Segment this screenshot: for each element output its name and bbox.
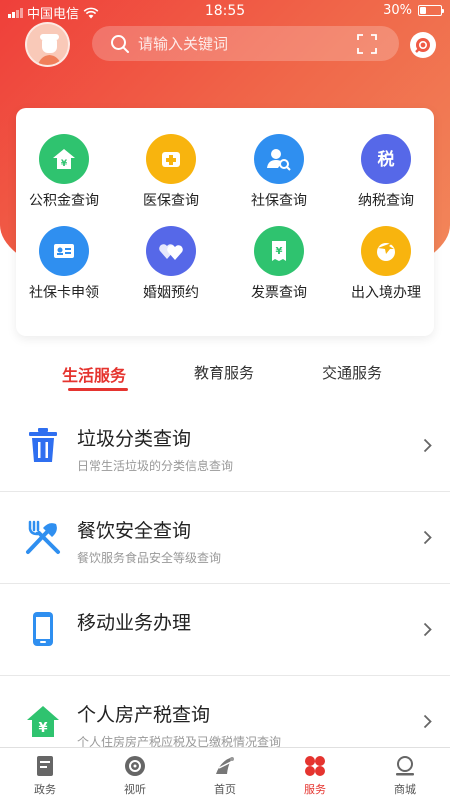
tabbar-item-government[interactable]: 政务 — [0, 752, 90, 797]
tabbar-label: 政务 — [34, 783, 56, 796]
chat-bubble-icon — [415, 38, 430, 53]
service-label: 社保查询 — [251, 193, 307, 209]
tabbar-label: 首页 — [214, 783, 236, 796]
service-label: 纳税查询 — [358, 193, 414, 209]
service-label: 婚姻预约 — [143, 285, 199, 301]
search-bar[interactable]: 请输入关键词 — [92, 26, 399, 61]
list-item-title: 餐饮安全查询 — [77, 520, 192, 542]
status-bar: 中国电信 18:55 30% — [0, 0, 450, 22]
service-id-card[interactable]: 社保卡申领 — [14, 226, 114, 302]
battery-percentage: 30% — [383, 3, 412, 18]
service-medical-insurance[interactable]: 医保查询 — [121, 134, 221, 210]
social-security-search-icon — [254, 134, 304, 184]
svg-text:¥: ¥ — [276, 246, 283, 257]
svg-text:税: 税 — [378, 149, 395, 170]
list-item-garbage-sorting[interactable]: 垃圾分类查询 日常生活垃圾的分类信息查询 — [0, 400, 450, 492]
service-marriage[interactable]: 婚姻预约 — [121, 226, 221, 302]
service-exit-entry[interactable]: 出入境办理 — [336, 226, 436, 302]
fork-knife-icon — [24, 518, 62, 556]
tabbar-item-home[interactable]: 首页 — [180, 752, 270, 797]
medical-insurance-icon — [146, 134, 196, 184]
svg-text:¥: ¥ — [38, 721, 47, 736]
chevron-right-icon — [423, 530, 432, 545]
service-label: 社保卡申领 — [29, 285, 99, 301]
tab-traffic-services[interactable]: 交通服务 — [322, 362, 382, 383]
service-label: 医保查询 — [143, 193, 199, 209]
services-card: ¥ 公积金查询 医保查询 社保查询 税 纳税查询 社保卡申领 婚姻预约 ¥ 发票… — [16, 108, 434, 336]
chevron-right-icon — [423, 438, 432, 453]
list-item-title: 移动业务办理 — [77, 612, 192, 634]
hearts-icon — [146, 226, 196, 276]
service-tabs: 生活服务 教育服务 交通服务 — [0, 355, 450, 400]
tabbar-item-media[interactable]: 视听 — [90, 752, 180, 797]
service-invoice[interactable]: ¥ 发票查询 — [229, 226, 329, 302]
service-housing-fund[interactable]: ¥ 公积金查询 — [14, 134, 114, 210]
user-avatar[interactable] — [25, 22, 70, 67]
tabbar-label: 商城 — [394, 783, 416, 796]
mobile-phone-icon — [24, 610, 62, 648]
tax-icon: 税 — [361, 134, 411, 184]
tabbar-item-services[interactable]: 服务 — [270, 752, 360, 797]
clover-grid-icon — [303, 754, 327, 778]
service-label: 公积金查询 — [29, 193, 99, 209]
tabbar-label: 服务 — [304, 783, 326, 796]
active-tab-indicator — [68, 388, 128, 391]
tab-education-services[interactable]: 教育服务 — [194, 362, 254, 383]
list-item-title: 垃圾分类查询 — [77, 428, 192, 450]
scan-icon[interactable] — [357, 34, 377, 54]
list-item-subtitle: 日常生活垃圾的分类信息查询 — [77, 459, 234, 473]
search-icon — [111, 34, 129, 53]
battery-icon — [418, 5, 444, 16]
document-icon — [33, 754, 57, 778]
housing-fund-icon: ¥ — [39, 134, 89, 184]
service-label: 出入境办理 — [351, 285, 421, 301]
shop-icon — [393, 754, 417, 778]
chevron-right-icon — [423, 714, 432, 729]
list-item-title: 个人房产税查询 — [77, 704, 211, 726]
bottom-tab-bar: 政务 视听 首页 服务 商城 — [0, 747, 450, 800]
search-placeholder: 请输入关键词 — [138, 35, 229, 53]
service-list: 垃圾分类查询 日常生活垃圾的分类信息查询 餐饮安全查询 餐饮服务食品安全等级查询… — [0, 400, 450, 768]
plane-globe-icon — [361, 226, 411, 276]
disc-icon — [123, 754, 147, 778]
list-item-mobile-services[interactable]: 移动业务办理 — [0, 584, 450, 676]
service-label: 发票查询 — [251, 285, 307, 301]
list-item-subtitle: 餐饮服务食品安全等级查询 — [77, 551, 222, 565]
message-button[interactable] — [410, 32, 436, 58]
service-social-security[interactable]: 社保查询 — [229, 134, 329, 210]
service-tax[interactable]: 税 纳税查询 — [336, 134, 436, 210]
tab-life-services[interactable]: 生活服务 — [62, 362, 126, 386]
svg-text:¥: ¥ — [61, 159, 68, 169]
list-item-food-safety[interactable]: 餐饮安全查询 餐饮服务食品安全等级查询 — [0, 492, 450, 584]
chevron-right-icon — [423, 622, 432, 637]
home-logo-icon — [213, 754, 237, 778]
id-card-icon — [39, 226, 89, 276]
invoice-icon: ¥ — [254, 226, 304, 276]
tabbar-item-shop[interactable]: 商城 — [360, 752, 450, 797]
tabbar-label: 视听 — [124, 783, 146, 796]
house-yuan-icon: ¥ — [24, 702, 62, 740]
trash-bin-icon — [24, 426, 62, 464]
